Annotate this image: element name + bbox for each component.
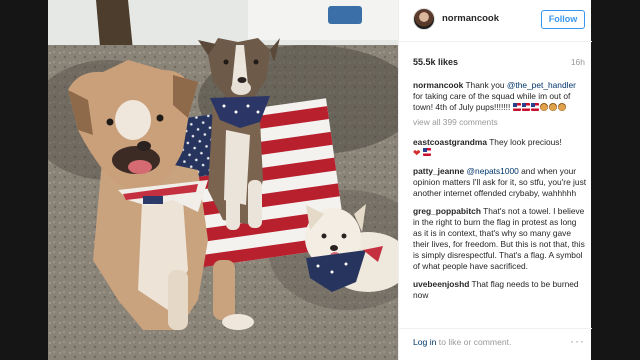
comment-author[interactable]: uvebeenjoshd [413,279,469,289]
post-footer: Log in to like or comment. ··· [399,328,592,360]
us-flag-emoji [422,148,431,156]
likes-count[interactable]: 55.5k likes [413,57,458,67]
caption-text-1: Thank you [463,80,507,90]
comment-text: They look precious! [487,137,562,147]
view-all-comments-link[interactable]: view all 399 comments [413,117,587,128]
post-username[interactable]: normancook [442,13,499,24]
caption-author[interactable]: normancook [413,80,463,90]
comment-author[interactable]: patty_jeanne [413,166,464,176]
dog-emoji [548,103,557,111]
post-age[interactable]: 16h [571,57,585,67]
comment-item: eastcoastgrandma They look precious! ❤ [413,137,587,159]
comment-item: uvebeenjoshd That flag needs to be burne… [413,279,587,301]
post-stats: 55.5k likes 16h [413,57,585,69]
dog-emoji [557,103,566,111]
post-photo[interactable] [48,0,398,360]
comment-author[interactable]: eastcoastgrandma [413,137,487,147]
comment-item: patty_jeanne @nepats1000 and when your o… [413,166,587,199]
caption-mention[interactable]: @the_pet_handler [507,80,576,90]
login-link[interactable]: Log in [413,337,436,347]
login-prompt-text: to like or comment. [436,337,512,347]
comments-list: normancook Thank you @the_pet_handler fo… [413,80,587,320]
caption: normancook Thank you @the_pet_handler fo… [413,80,587,113]
dogs-on-flag-photo [48,0,398,360]
comment-author[interactable]: greg_poppabitch [413,206,481,216]
more-options-icon[interactable]: ··· [570,334,585,348]
post-side-panel: normancook Follow 55.5k likes 16h norman… [398,0,592,360]
instagram-post: normancook Follow 55.5k likes 16h norman… [48,0,592,360]
us-flag-emoji [512,103,521,111]
comment-item: greg_poppabitch That's not a towel. I be… [413,206,587,272]
comment-mention[interactable]: @nepats1000 [467,166,519,176]
follow-button[interactable]: Follow [541,10,585,29]
us-flag-emoji [530,103,539,111]
us-flag-emoji [521,103,530,111]
avatar[interactable] [413,8,435,30]
caption-emoji-row [512,103,566,111]
post-header: normancook Follow [399,0,592,42]
heart-emoji: ❤ [413,148,421,158]
dog-emoji [539,103,548,111]
login-prompt: Log in to like or comment. [413,337,511,347]
